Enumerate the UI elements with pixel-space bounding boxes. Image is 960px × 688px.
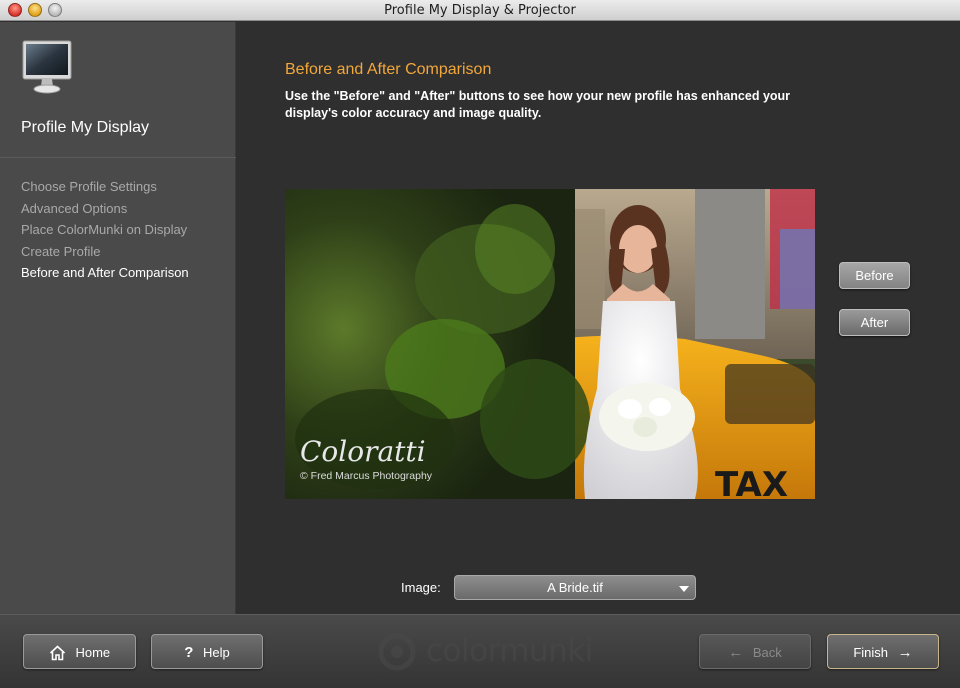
taxi-sign-text: TAX: [715, 465, 788, 499]
back-button[interactable]: ← Back: [699, 634, 811, 669]
finish-button[interactable]: Finish →: [827, 634, 939, 669]
before-button[interactable]: Before: [839, 262, 910, 289]
step-choose-profile-settings[interactable]: Choose Profile Settings: [21, 179, 189, 201]
caret-down-icon: [679, 586, 689, 592]
step-place-colormunki[interactable]: Place ColorMunki on Display: [21, 222, 189, 244]
help-button-label: Help: [203, 645, 230, 661]
home-button[interactable]: Home: [23, 634, 136, 669]
help-button[interactable]: ? Help: [151, 634, 263, 669]
monitor-icon: [22, 40, 72, 94]
colormunki-logo: colormunki: [378, 631, 593, 671]
watermark-credit: © Fred Marcus Photography: [300, 470, 433, 482]
sidebar-title: Profile My Display: [21, 119, 150, 136]
sidebar: Profile My Display Choose Profile Settin…: [0, 22, 236, 614]
step-advanced-options[interactable]: Advanced Options: [21, 201, 189, 223]
image-select-value: A Bride.tif: [547, 580, 603, 595]
page-description: Use the "Before" and "After" buttons to …: [285, 89, 791, 120]
after-button[interactable]: After: [839, 309, 910, 336]
step-create-profile[interactable]: Create Profile: [21, 244, 189, 266]
steps-list: Choose Profile Settings Advanced Options…: [21, 179, 189, 287]
sidebar-divider: [0, 157, 236, 158]
arrow-left-icon: ←: [728, 644, 744, 662]
page-title: Before and After Comparison: [285, 61, 492, 78]
watermark-title: Coloratti: [300, 435, 426, 468]
question-mark-icon: ?: [184, 644, 194, 662]
comparison-image: TAX Coloratti © Fred Marcus Photography: [285, 189, 815, 499]
window-title: Profile My Display & Projector: [384, 3, 576, 18]
title-bar: Profile My Display & Projector: [0, 0, 960, 21]
brand-wordmark: colormunki: [426, 633, 593, 669]
back-button-label: Back: [752, 645, 782, 661]
home-button-label: Home: [75, 645, 111, 661]
footer-bar: Home ? Help colormunki ← Back Finish →: [0, 614, 960, 688]
home-icon: [49, 644, 65, 660]
image-select[interactable]: A Bride.tif: [454, 575, 696, 600]
arrow-right-icon: →: [897, 644, 913, 662]
step-before-after-comparison[interactable]: Before and After Comparison: [21, 265, 189, 287]
main-panel: Before and After Comparison Use the "Bef…: [237, 22, 960, 614]
finish-button-label: Finish: [853, 645, 889, 661]
image-select-label: Image:: [401, 580, 441, 595]
